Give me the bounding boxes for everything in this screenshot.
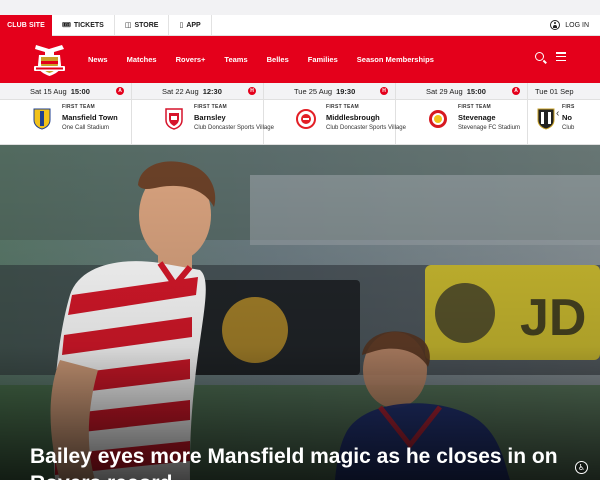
fixture-card[interactable]: Sat 29 Aug 15:00 A FIRST TEAM Stevenage …: [396, 83, 528, 145]
fixture-opponent: Stevenage: [458, 113, 496, 122]
fixture-competition: FIRST TEAM: [458, 104, 491, 110]
stevenage-badge-icon: [429, 110, 447, 128]
fixture-time: 15:00: [466, 86, 486, 96]
fixture-venue: Club: [562, 125, 575, 131]
tickets-link[interactable]: 🎟 TICKETS: [52, 14, 115, 36]
store-link[interactable]: ◫ STORE: [115, 14, 170, 36]
fixture-competition: FIRST TEAM: [326, 104, 359, 110]
club-site-tab[interactable]: CLUB SITE: [0, 14, 52, 36]
utility-bar: CLUB SITE 🎟 TICKETS ◫ STORE ▯ APP LOG IN: [0, 14, 600, 36]
fixture-time: 15:00: [70, 86, 90, 96]
nav-item-belles[interactable]: Belles: [267, 55, 289, 64]
login-label: LOG IN: [565, 21, 589, 29]
fixture-date-bar: Sat 29 Aug 15:00 A: [396, 83, 527, 100]
nav-item-matches[interactable]: Matches: [127, 55, 157, 64]
fixture-opponent: Mansfield Town: [62, 113, 118, 122]
main-nav: News Matches Rovers+ Teams Belles Famili…: [0, 36, 600, 83]
accessibility-icon[interactable]: ♿: [575, 461, 588, 474]
fixture-date-bar: Tue 25 Aug 19:30 H: [264, 83, 395, 100]
fixture-date-bar: Tue 01 Sep: [528, 83, 600, 100]
ticket-icon: 🎟: [62, 22, 71, 29]
hero-headline[interactable]: Bailey eyes more Mansfield magic as he c…: [30, 443, 570, 480]
fixture-card-partial[interactable]: Tue 01 Sep FIRS No Club: [528, 83, 600, 145]
fixture-card[interactable]: Tue 25 Aug 19:30 H FIRST TEAM Middlesbro…: [264, 83, 406, 145]
store-label: STORE: [134, 21, 159, 29]
tickets-label: TICKETS: [73, 21, 104, 29]
fixture-date: Tue 01 Sep: [535, 86, 574, 96]
login-button[interactable]: LOG IN: [550, 20, 600, 30]
fixture-venue: Club Doncaster Sports Village: [194, 125, 274, 131]
mansfield-badge-icon: [33, 108, 51, 130]
fixture-opponent: Barnsley: [194, 113, 226, 122]
notts-county-badge-icon: [537, 108, 555, 130]
fixture-date-bar: Sat 22 Aug 12:30 H: [132, 83, 263, 100]
fixture-card[interactable]: Sat 15 Aug 15:00 A FIRST TEAM Mansfield …: [0, 83, 132, 145]
nav-item-families[interactable]: Families: [308, 55, 338, 64]
page: CLUB SITE 🎟 TICKETS ◫ STORE ▯ APP LOG IN: [0, 0, 600, 480]
away-indicator: A: [512, 87, 520, 95]
fixture-competition: FIRST TEAM: [194, 104, 227, 110]
app-label: APP: [186, 21, 201, 29]
hero-photo: JD: [0, 145, 600, 480]
nav-item-teams[interactable]: Teams: [224, 55, 247, 64]
fixture-date: Sat 22 Aug: [162, 86, 199, 96]
club-crest-logo[interactable]: [30, 43, 69, 77]
fixture-card[interactable]: Sat 22 Aug 12:30 H FIRST TEAM Barnsley C…: [132, 83, 274, 145]
away-indicator: A: [116, 87, 124, 95]
hamburger-menu-icon[interactable]: [556, 52, 566, 61]
nav-item-news[interactable]: News: [88, 55, 108, 64]
nav-item-rovers-plus[interactable]: Rovers+: [176, 55, 206, 64]
fixture-venue: Club Doncaster Sports Village: [326, 125, 406, 131]
fixture-opponent: No: [562, 113, 572, 122]
nav-item-season-memberships[interactable]: Season Memberships: [357, 55, 434, 64]
phone-icon: ▯: [179, 22, 184, 29]
user-icon: [550, 20, 561, 30]
home-indicator: H: [248, 87, 256, 95]
fixture-competition: FIRST TEAM: [62, 104, 95, 110]
fixture-date: Tue 25 Aug: [294, 86, 333, 96]
app-link[interactable]: ▯ APP: [169, 14, 212, 36]
search-icon[interactable]: [535, 52, 544, 61]
fixture-date: Sat 29 Aug: [426, 86, 463, 96]
middlesbrough-badge-icon: [296, 109, 316, 129]
fixture-date-bar: Sat 15 Aug 15:00 A: [0, 83, 131, 100]
home-indicator: H: [380, 87, 388, 95]
barnsley-badge-icon: [165, 108, 183, 130]
bag-icon: ◫: [124, 22, 132, 29]
fixture-date: Sat 15 Aug: [30, 86, 67, 96]
fixture-opponent: Middlesbrough: [326, 113, 380, 122]
fixture-venue: One Call Stadium: [62, 125, 110, 131]
fixture-venue: Stevenage FC Stadium: [458, 125, 521, 131]
fixture-competition: FIRS: [562, 104, 575, 110]
hero-banner[interactable]: JD Bailey eyes more Mansfie: [0, 145, 600, 480]
fixture-time: 19:30: [336, 86, 356, 96]
fixtures-strip: Sat 15 Aug 15:00 A FIRST TEAM Mansfield …: [0, 83, 600, 145]
fixtures-prev-arrow-icon[interactable]: ‹: [556, 108, 559, 119]
fixture-time: 12:30: [202, 86, 222, 96]
